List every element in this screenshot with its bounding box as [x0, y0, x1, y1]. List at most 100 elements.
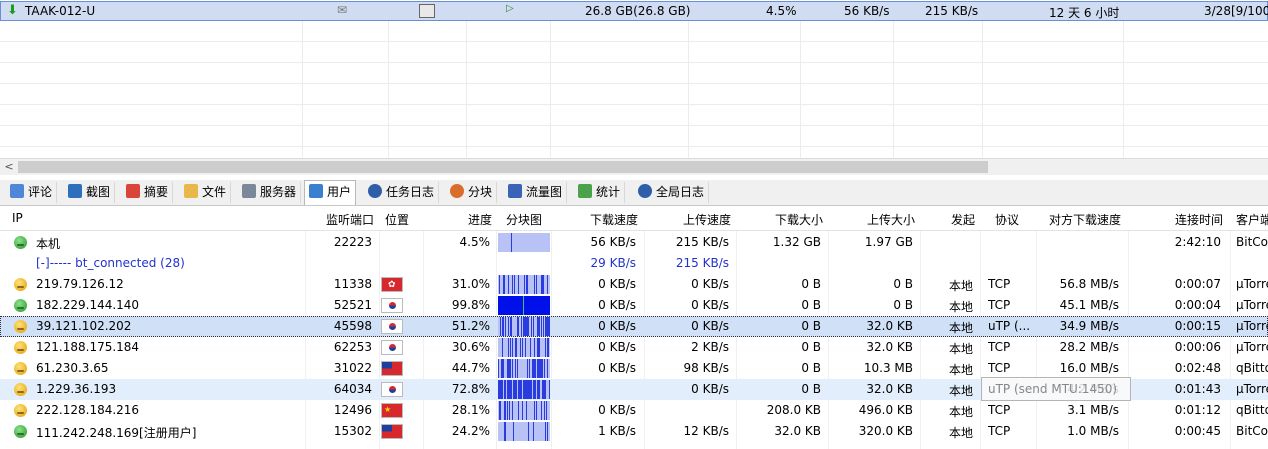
table-row[interactable]: 182.229.144.140 52521 99.8% 0 KB/s 0 KB/s 0 B…: [0, 295, 1268, 316]
peer-peer-speed: 1.0 MB/s: [1067, 424, 1119, 438]
peer-down: 0 KB/s: [598, 298, 636, 312]
col-piece-map[interactable]: 分块图: [506, 211, 542, 228]
peer-client: BitComet: [1236, 424, 1268, 438]
table-row[interactable]: 39.121.102.202 45598 51.2% 0 KB/s 0 KB/s 0 B 3…: [0, 316, 1268, 337]
horizontal-scrollbar[interactable]: <: [0, 158, 1268, 175]
country-flag-icon: [381, 298, 403, 313]
tab-task-log[interactable]: 任务日志: [364, 182, 440, 203]
pie-chart-icon: [450, 184, 464, 198]
tab-comments[interactable]: 评论: [6, 182, 58, 203]
col-conn-time[interactable]: 连接时间: [1129, 211, 1223, 228]
country-flag-icon: [381, 361, 403, 376]
peer-time: 0:01:43: [1174, 382, 1221, 396]
peer-origin: 本地: [948, 426, 973, 440]
peer-dl: 0 B: [801, 361, 821, 375]
tab-servers[interactable]: 服务器: [238, 182, 302, 203]
peer-ip: 61.230.3.65: [36, 361, 109, 375]
peer-status-icon: [14, 341, 27, 354]
col-location[interactable]: 位置: [385, 211, 409, 228]
peer-up: 0 KB/s: [691, 298, 729, 312]
task-size: 26.8 GB(26.8 GB): [585, 4, 691, 18]
tab-pieces[interactable]: 分块: [446, 182, 498, 203]
peer-ip: 121.188.175.184: [36, 340, 140, 354]
peer-down: 0 KB/s: [598, 403, 636, 417]
task-eta: 12 天 6 小时: [1049, 6, 1120, 20]
peer-dl: 0 B: [801, 319, 821, 333]
peer-proto: TCP: [988, 403, 1011, 417]
peer-port: 45598: [333, 319, 372, 333]
tab-peers[interactable]: 用户: [304, 180, 357, 205]
peer-peer-speed: 3.1 MB/s: [1067, 403, 1119, 417]
col-peer-speed[interactable]: 对方下载速度: [1037, 211, 1121, 228]
col-client[interactable]: 客户端: [1236, 211, 1268, 228]
peer-peer-speed: 16.0 MB/s: [1059, 361, 1119, 375]
task-row[interactable]: ⬇ TAAK-012-U ✉ ▷ 26.8 GB(26.8 GB) 4.5% 5…: [0, 1, 1268, 21]
col-up-speed[interactable]: 上传速度: [645, 211, 731, 228]
col-protocol[interactable]: 协议: [995, 211, 1019, 228]
col-progress[interactable]: 进度: [424, 211, 492, 228]
tab-global-log[interactable]: 全局日志: [634, 182, 710, 203]
peer-port: 11338: [333, 277, 372, 291]
group-label[interactable]: [-]----- bt_connected (28): [36, 256, 185, 270]
local-piece-map: [498, 233, 550, 252]
task-up-speed: 215 KB/s: [925, 4, 979, 18]
tab-statistics[interactable]: 统计: [574, 182, 626, 203]
scrollbar-thumb[interactable]: [18, 161, 988, 173]
peer-up: 0 KB/s: [691, 382, 729, 396]
comment-icon: [10, 184, 24, 198]
tab-screenshots[interactable]: 截图: [64, 182, 116, 203]
col-dl-size[interactable]: 下载大小: [737, 211, 823, 228]
peer-ul: 32.0 KB: [866, 340, 913, 354]
task-down-speed: 56 KB/s: [844, 4, 890, 18]
country-flag-icon: [381, 424, 403, 439]
screenshot-icon: [68, 184, 82, 198]
peer-ip: 222.128.184.216: [36, 403, 140, 417]
peer-dl: 0 B: [801, 340, 821, 354]
group-row[interactable]: [-]----- bt_connected (28) 29 KB/s 215 K…: [0, 253, 1268, 274]
stats-icon: [578, 184, 592, 198]
task-list: ⬇ TAAK-012-U ✉ ▷ 26.8 GB(26.8 GB) 4.5% 5…: [0, 0, 1268, 158]
peer-ul: 320.0 KB: [858, 424, 913, 438]
col-ip[interactable]: IP: [12, 211, 23, 225]
group-up: 215 KB/s: [675, 256, 729, 270]
table-row[interactable]: 61.230.3.65 31022 44.7% 0 KB/s 98 KB/s 0 B 10.…: [0, 358, 1268, 379]
col-down-speed[interactable]: 下载速度: [552, 211, 638, 228]
peer-time: 0:02:48: [1174, 361, 1221, 375]
peer-peer-speed: 34.9 MB/s: [1059, 319, 1119, 333]
table-row[interactable]: 121.188.175.184 62253 30.6% 0 KB/s 2 KB/s 0 B…: [0, 337, 1268, 358]
peer-down: 0 KB/s: [598, 340, 636, 354]
col-ul-size[interactable]: 上传大小: [829, 211, 915, 228]
country-flag-icon: [381, 319, 403, 334]
table-row[interactable]: 111.242.248.169[注册用户] 15302 24.2% 1 KB/s 12 …: [0, 421, 1268, 442]
piece-map: [498, 296, 550, 315]
peer-dl: 0 B: [801, 277, 821, 291]
detail-tabs: 评论 截图 摘要 文件 服务器 用户 任务日志 分块 流量图 统计 全局日志: [0, 180, 1268, 206]
peer-proto: uTP (...: [988, 319, 1031, 333]
peer-peer-speed: 28.2 MB/s: [1059, 340, 1119, 354]
country-flag-icon: ✿: [381, 277, 403, 292]
local-row[interactable]: 本机 22223 4.5% 56 KB/s 215 KB/s 1.32 GB 1…: [0, 232, 1268, 253]
peer-port: 15302: [333, 424, 372, 438]
peer-ul: 0 B: [893, 298, 913, 312]
col-origin[interactable]: 发起: [921, 211, 975, 228]
piece-map: [498, 401, 550, 420]
tab-files[interactable]: 文件: [180, 182, 232, 203]
piece-map: [498, 317, 550, 336]
local-port: 22223: [333, 235, 372, 249]
peer-proto: TCP: [988, 340, 1011, 354]
tab-traffic-graph[interactable]: 流量图: [504, 182, 568, 203]
peer-status-icon: [14, 383, 27, 396]
protocol-tooltip: uTP (send MTU:1450): [981, 377, 1131, 401]
scroll-left-icon[interactable]: <: [2, 160, 16, 174]
peer-status-icon: [14, 425, 27, 438]
table-row[interactable]: ✿ 219.79.126.12 11338 31.0% 0 KB/s 0 KB/s 0 B 0…: [0, 274, 1268, 295]
peer-origin: 本地: [948, 363, 973, 377]
col-port[interactable]: 监听端口: [306, 211, 374, 228]
peer-time: 0:00:07: [1174, 277, 1221, 291]
download-arrow-icon: ⬇: [7, 3, 18, 18]
peer-time: 0:00:04: [1174, 298, 1221, 312]
peer-progress: 44.7%: [451, 361, 490, 375]
country-flag-icon: ★: [381, 403, 403, 418]
table-row[interactable]: ★ 222.128.184.216 12496 28.1% 0 KB/s 208.0 KB…: [0, 400, 1268, 421]
tab-summary[interactable]: 摘要: [122, 182, 174, 203]
